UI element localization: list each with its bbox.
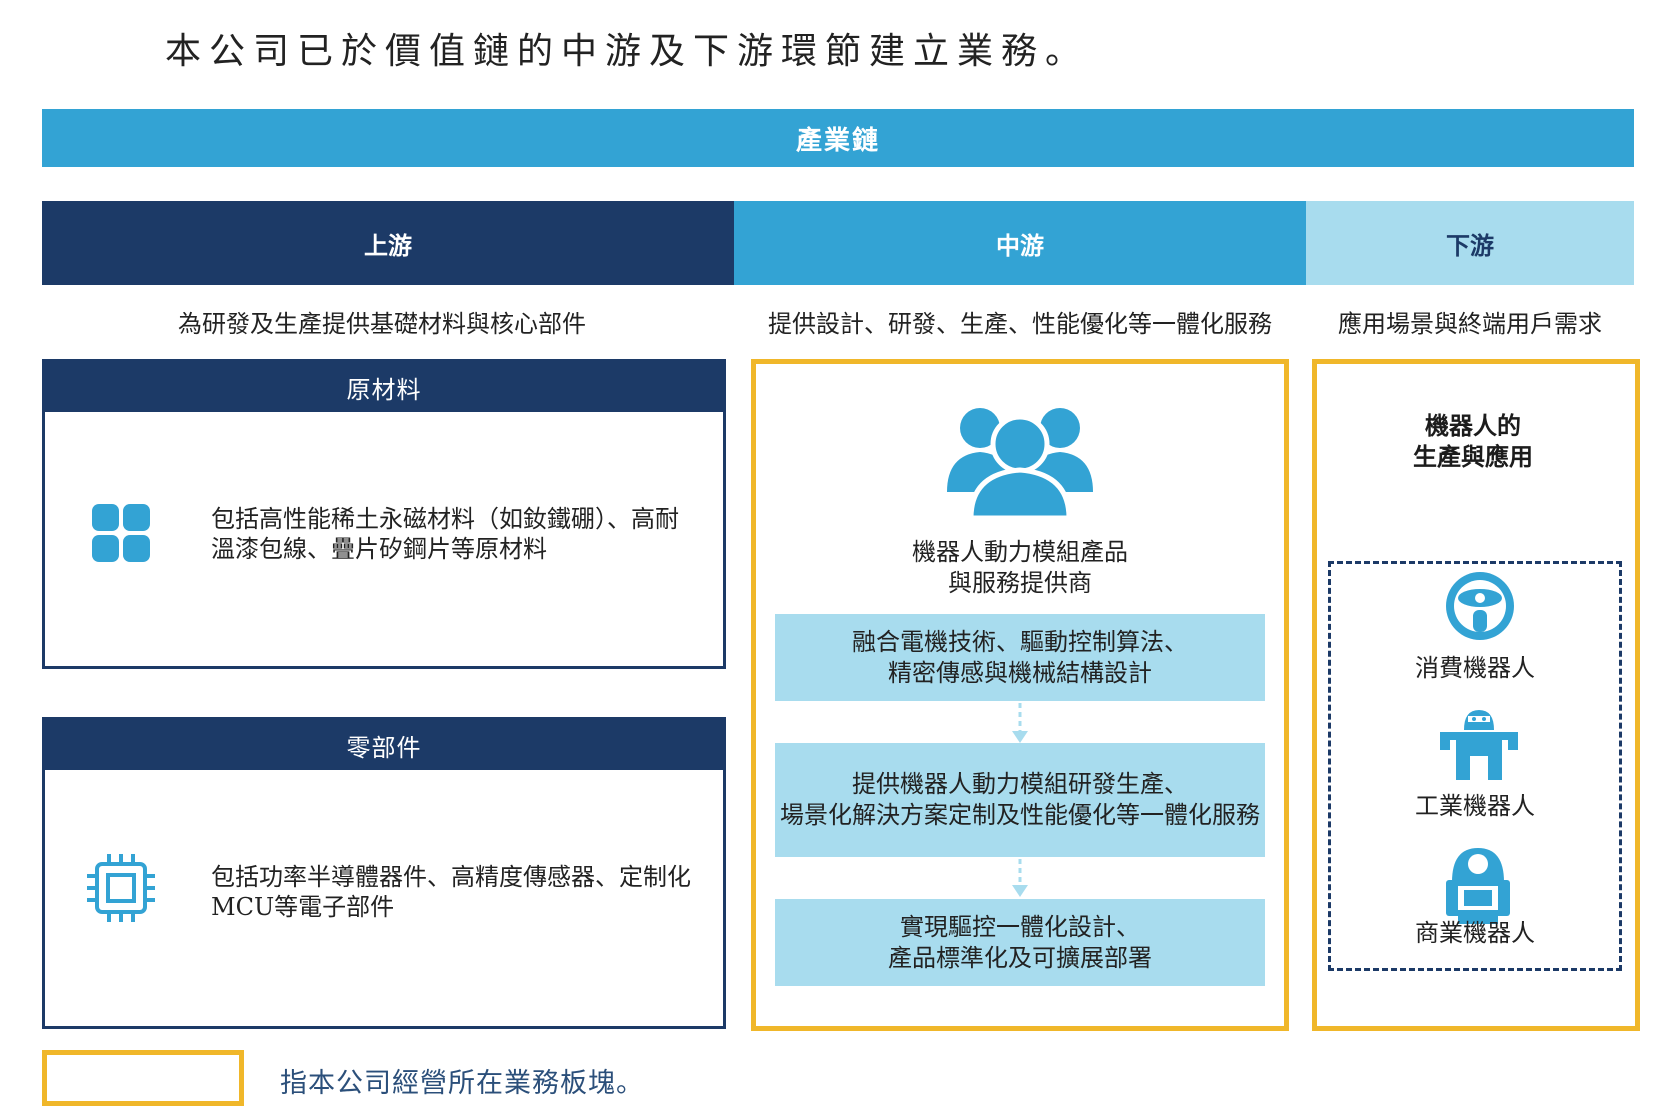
legend-text: 指本公司經營所在業務板塊。 <box>280 1068 644 1099</box>
raw-materials-title: 原材料 <box>45 362 723 412</box>
consumer-robot-icon <box>1446 572 1514 640</box>
chip-icon <box>87 854 155 922</box>
midstream-description: 提供設計、研發、生產、性能優化等一體化服務 <box>768 309 1272 338</box>
raw-materials-text: 包括高性能稀土永磁材料（如釹鐵硼）、高耐溫漆包線、疊片矽鋼片等原材料 <box>211 505 679 563</box>
arrow-down-icon <box>1012 703 1028 743</box>
people-group-icon <box>947 408 1093 518</box>
stage-midstream: 中游 <box>734 201 1306 285</box>
components-text: 包括功率半導體器件、高精度傳感器、定制化MCU等電子部件 <box>211 863 691 921</box>
downstream-title: 機器人的 生產與應用 <box>1413 411 1533 471</box>
midstream-step-1: 融合電機技術、驅動控制算法、 精密傳感與機械結構設計 <box>775 614 1265 701</box>
midstream-step-2: 提供機器人動力模組研發生產、 場景化解決方案定制及性能優化等一體化服務 <box>775 743 1265 857</box>
components-title: 零部件 <box>45 720 723 770</box>
robot-label: 工業機器人 <box>1415 792 1535 820</box>
commercial-robot-icon <box>1446 848 1510 924</box>
provider-title: 機器人動力模組產品 與服務提供商 <box>912 538 1128 597</box>
robot-label: 消費機器人 <box>1415 654 1535 682</box>
raw-materials-card: 原材料 包括高性能稀土永磁材料（如釹鐵硼）、高耐溫漆包線、疊片矽鋼片等原材料 <box>42 359 726 669</box>
grid-blocks-icon <box>92 504 150 562</box>
components-card: 零部件 包括功率半導體器件、高精度傳感器、定制化MCU等電子部件 <box>42 717 726 1029</box>
industry-chain-bar: 產業鏈 <box>42 109 1634 167</box>
intro-text: 本公司已於價值鏈的中游及下游環節建立業務。 <box>165 31 1090 72</box>
stage-downstream: 下游 <box>1306 201 1634 285</box>
stage-upstream: 上游 <box>42 201 734 285</box>
upstream-description: 為研發及生產提供基礎材料與核心部件 <box>178 309 586 338</box>
arrow-down-icon <box>1012 859 1028 897</box>
legend-swatch <box>42 1050 244 1106</box>
robot-label: 商業機器人 <box>1415 919 1535 947</box>
industrial-robot-icon <box>1440 710 1518 780</box>
downstream-description: 應用場景與終端用戶需求 <box>1338 309 1602 338</box>
midstream-step-3: 實現驅控一體化設計、 產品標準化及可擴展部署 <box>775 899 1265 986</box>
